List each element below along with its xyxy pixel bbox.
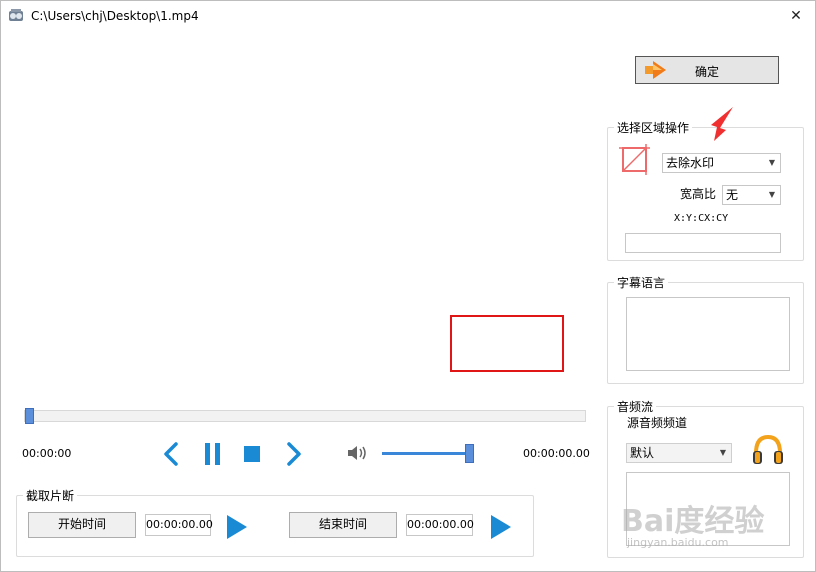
region-group-legend: 选择区域操作 (617, 121, 690, 135)
end-time-field[interactable]: 00:00:00.00 (406, 514, 474, 536)
timeline-track[interactable] (24, 410, 586, 422)
stop-icon[interactable] (243, 445, 261, 463)
close-button[interactable]: ✕ (785, 5, 807, 27)
watermark-url: jingyan.baidu.com (627, 536, 729, 549)
chevron-down-icon: ▼ (768, 190, 775, 199)
pause-icon[interactable] (203, 442, 223, 466)
previous-icon[interactable] (161, 441, 181, 467)
play-start-icon[interactable] (225, 514, 249, 540)
selection-rectangle[interactable] (450, 315, 564, 372)
coords-label: X:Y:CX:CY (674, 213, 729, 224)
start-time-field[interactable]: 00:00:00.00 (145, 514, 213, 536)
clip-group-legend: 截取片断 (26, 489, 75, 503)
audio-group-legend: 音频流 (617, 400, 654, 414)
app-window: C:\Users\chj\Desktop\1.mp4 ✕ 00:00:00 00… (0, 0, 816, 572)
coords-input[interactable] (625, 233, 781, 253)
subtitle-list[interactable] (626, 297, 790, 371)
end-time-button[interactable]: 结束时间 (289, 512, 397, 538)
operation-select[interactable]: 去除水印 ▼ (662, 153, 781, 173)
window-title: C:\Users\chj\Desktop\1.mp4 (31, 9, 199, 23)
confirm-button-label: 确定 (694, 65, 719, 79)
app-icon (9, 9, 23, 21)
aspect-ratio-select[interactable]: 无 ▼ (722, 185, 781, 205)
baidu-watermark: Bai度经验 jingyan.baidu.com (617, 496, 807, 556)
audio-source-select[interactable]: 默认 ▼ (626, 443, 732, 463)
total-time: 00:00:00.00 (523, 447, 590, 460)
play-end-icon[interactable] (489, 514, 513, 540)
subtitle-group-legend: 字幕语言 (617, 276, 666, 290)
volume-icon[interactable] (347, 445, 369, 461)
chevron-down-icon: ▼ (719, 448, 726, 457)
current-time: 00:00:00 (22, 447, 72, 460)
title-bar: C:\Users\chj\Desktop\1.mp4 ✕ (1, 1, 815, 31)
aspect-ratio-select-value: 无 (726, 188, 739, 202)
start-time-button[interactable]: 开始时间 (28, 512, 136, 538)
aspect-ratio-label: 宽高比 (680, 187, 717, 201)
next-icon[interactable] (284, 441, 304, 467)
red-arrow-annotation-icon (711, 107, 733, 141)
volume-slider-track[interactable] (382, 452, 474, 455)
headphones-icon (753, 434, 783, 464)
confirm-button[interactable]: 确定 (635, 56, 779, 84)
chevron-down-icon: ▼ (768, 158, 775, 167)
operation-select-value: 去除水印 (666, 156, 715, 170)
audio-source-label: 源音频频道 (627, 416, 688, 430)
watermark-logo-text: Bai度经验 (621, 504, 765, 539)
crop-icon[interactable] (618, 143, 651, 176)
volume-slider-thumb[interactable] (465, 444, 475, 463)
audio-source-select-value: 默认 (630, 446, 655, 460)
timeline-thumb[interactable] (25, 408, 34, 424)
